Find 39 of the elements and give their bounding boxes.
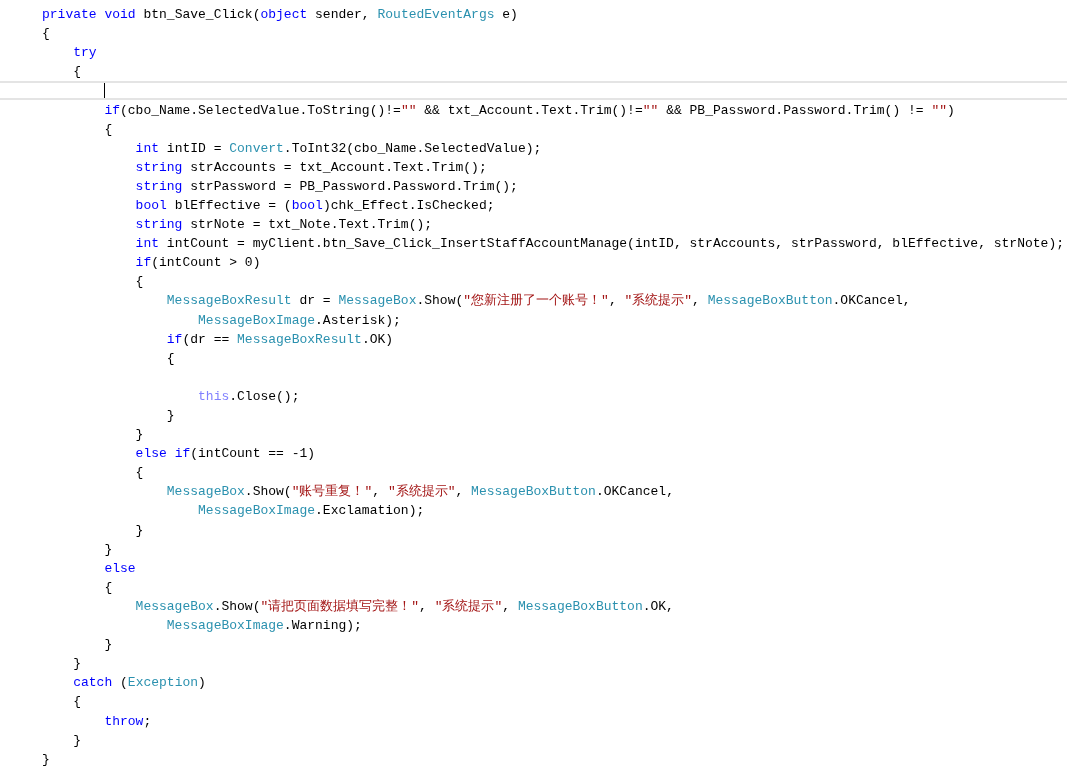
code-line: throw; [103, 712, 152, 731]
code-line: string strAccounts = txt_Account.Text.Trim(); [134, 158, 487, 177]
code-line: } [134, 521, 144, 540]
code-line: else if(intCount == -1) [134, 445, 316, 464]
code-line: else [103, 559, 136, 578]
code-line: } [72, 731, 81, 750]
code-line: } [72, 655, 81, 674]
code-line: { [165, 349, 175, 368]
code-line: MessageBox.Show("账号重复！", "系统提示", MessageBoxButton.OKCancel, [165, 483, 674, 502]
code-line: { [72, 693, 81, 712]
code-line: if(intCount > 0) [134, 254, 261, 273]
code-line: { [103, 120, 113, 139]
code-line: MessageBoxImage.Warning); [165, 617, 362, 636]
code-line: if(dr == MessageBoxResult.OK) [165, 330, 394, 349]
code-line: } [42, 750, 50, 768]
code-line: { [72, 63, 81, 82]
code-line: MessageBox.Show("请把页面数据填写完整！", "系统提示", MessageBoxButton.OK, [134, 597, 674, 616]
code-line: if(cbo_Name.SelectedValue.ToString()!="" && txt_Account.Text.Trim()!="" && PB_Password.Password.Trim() != "") [103, 101, 955, 120]
code-line: MessageBoxResult dr = MessageBox.Show("您新注册了一个账号！", "系统提示", MessageBoxButton.OKCancel, [165, 292, 911, 311]
code-line: try [72, 44, 97, 63]
code-line: { [134, 273, 144, 292]
code-line: string strNote = txt_Note.Text.Trim(); [134, 216, 433, 235]
code-line: { [103, 578, 113, 597]
code-line: { [134, 464, 144, 483]
code-line: bool blEffective = (bool)chk_Effect.IsChecked; [134, 197, 495, 215]
code-line: } [134, 426, 144, 445]
code-line: string strPassword = PB_Password.Password.Trim(); [134, 177, 518, 196]
code-line: this.Close(); [197, 387, 300, 406]
code-line: { [42, 25, 50, 44]
code-line: } [103, 636, 113, 655]
code-line: } [103, 540, 113, 559]
code-line: private void btn_Save_Click(object sender, RoutedEventArgs e) [42, 6, 518, 25]
code-line: int intID = Convert.ToInt32(cbo_Name.SelectedValue); [134, 139, 542, 158]
code-line: MessageBoxImage.Asterisk); [197, 311, 401, 330]
code-line: int intCount = myClient.btn_Save_Click_InsertStaffAccountManage(intID, strAccounts, strPassword, blEffective, strNote); [134, 235, 1064, 254]
code-line: } [165, 407, 175, 425]
text-cursor [104, 83, 105, 99]
code-line: MessageBoxImage.Exclamation); [197, 502, 425, 521]
code-line: catch (Exception) [72, 674, 206, 693]
